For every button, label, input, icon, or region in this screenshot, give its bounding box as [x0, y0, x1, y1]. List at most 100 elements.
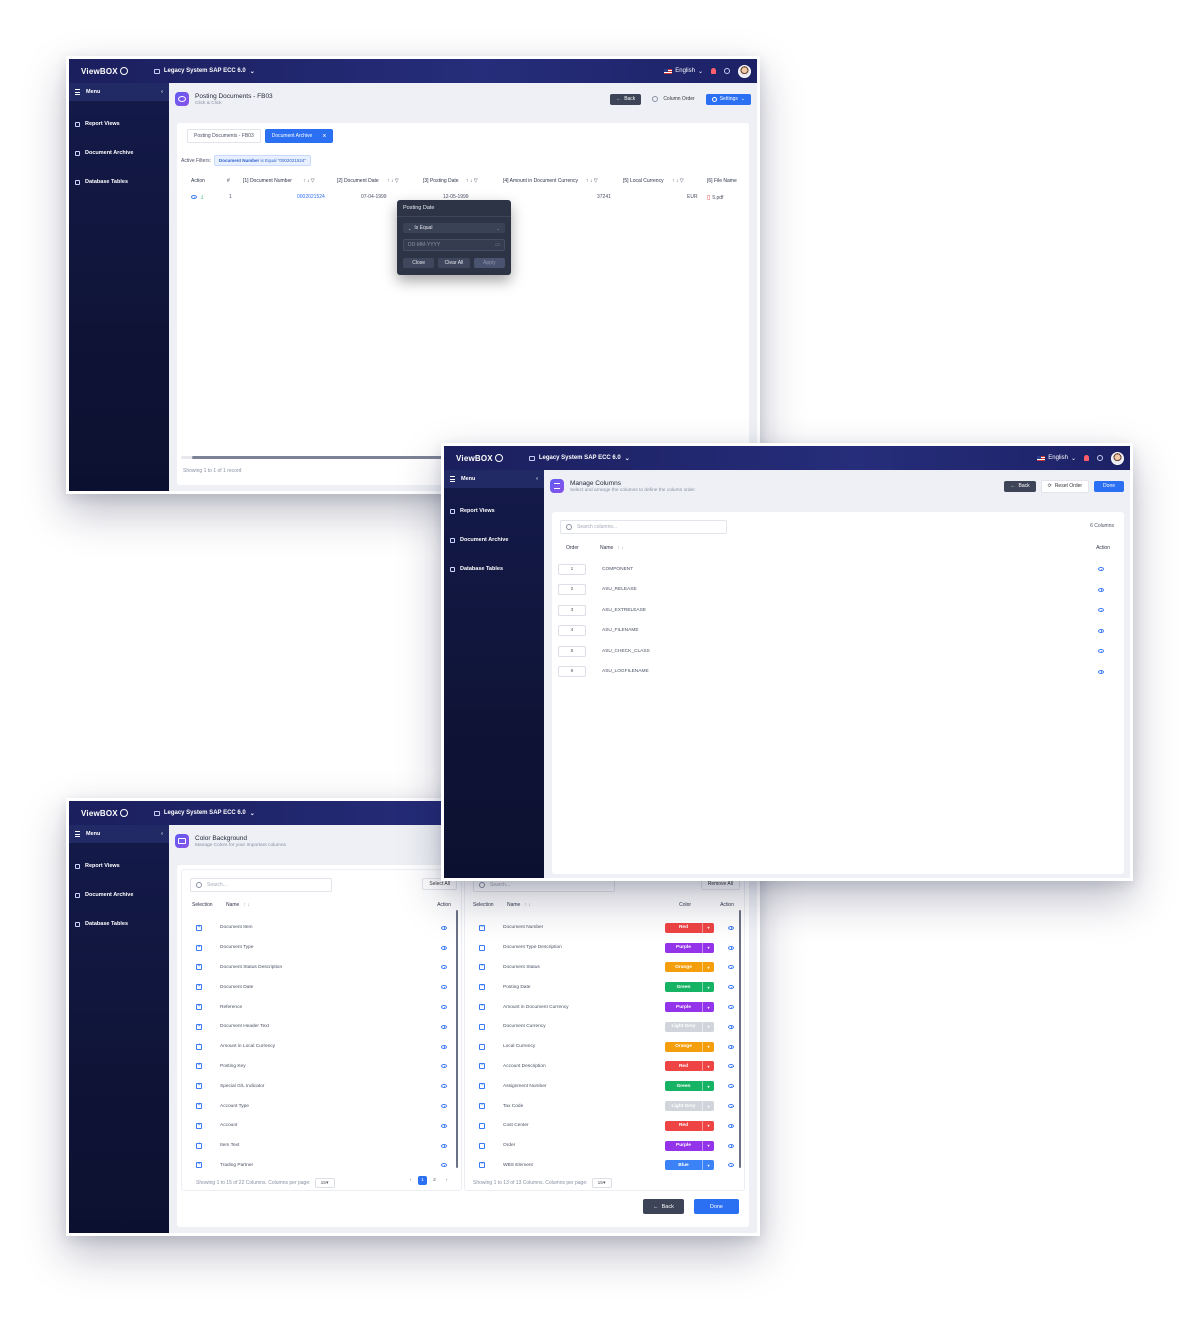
column-header-amount[interactable]: [4] Amount in Document Currency: [503, 178, 578, 184]
viewbox-logo[interactable]: ViewBOX: [81, 67, 128, 76]
avatar[interactable]: [1111, 451, 1124, 465]
list-item[interactable]: Cost Center Red ▾: [479, 1116, 734, 1136]
order-input[interactable]: 1: [558, 563, 586, 575]
table-row[interactable]: 4 ASU_FILENAME: [558, 621, 1104, 642]
table-row[interactable]: 2 ASU_RELEASE: [558, 580, 1104, 601]
add-checkbox[interactable]: [196, 1122, 202, 1129]
column-header-name[interactable]: Name: [226, 902, 239, 908]
color-dropdown[interactable]: Purple ▾: [665, 1002, 714, 1013]
clear-all-button[interactable]: Clear All: [438, 258, 470, 268]
visibility-eye-icon[interactable]: [1098, 649, 1104, 654]
search-input[interactable]: Search columns...: [560, 520, 727, 534]
list-item[interactable]: Document Type Description Purple ▾: [479, 938, 734, 958]
chevron-left-icon[interactable]: ‹: [536, 476, 538, 482]
list-item[interactable]: Document Date: [196, 977, 447, 997]
list-item[interactable]: Document Item: [196, 918, 447, 938]
page-2-button[interactable]: 2: [430, 1176, 439, 1185]
remove-checkbox[interactable]: [479, 1161, 485, 1169]
color-dropdown[interactable]: Green ▾: [665, 982, 714, 993]
visibility-eye-icon[interactable]: [728, 1104, 734, 1109]
list-item[interactable]: Account Type: [196, 1096, 447, 1116]
remove-checkbox[interactable]: [479, 1121, 485, 1129]
visibility-eye-icon[interactable]: [441, 1005, 447, 1010]
list-item[interactable]: Tax Code Light Grey ▾: [479, 1096, 734, 1116]
list-item[interactable]: WBS Element Blue ▾: [479, 1156, 734, 1176]
list-item[interactable]: Special G/L Indicator: [196, 1076, 447, 1096]
list-item[interactable]: Trading Partner: [196, 1156, 447, 1176]
sidebar-item-database-tables[interactable]: Database Tables: [69, 918, 169, 930]
visibility-eye-icon[interactable]: [728, 1005, 734, 1010]
remove-checkbox[interactable]: [479, 923, 485, 931]
sidebar-item-document-archive[interactable]: Document Archive: [69, 889, 169, 901]
gear-icon[interactable]: [724, 68, 730, 74]
sidebar-item-document-archive[interactable]: Document Archive: [444, 534, 544, 546]
list-item[interactable]: Posting Date Green ▾: [479, 977, 734, 997]
document-number-link[interactable]: 0002021524: [297, 194, 325, 200]
operator-select[interactable]: ⌄ Is Equal ⌄: [403, 223, 505, 233]
list-item[interactable]: Amount in Document Currency Purple ▾: [479, 997, 734, 1017]
color-dropdown[interactable]: Red ▾: [665, 922, 714, 933]
list-item[interactable]: Document Status Orange ▾: [479, 958, 734, 978]
sidebar-item-document-archive[interactable]: Document Archive: [69, 147, 169, 159]
color-dropdown[interactable]: Red ▾: [665, 1061, 714, 1072]
remove-checkbox[interactable]: [479, 1102, 485, 1110]
viewbox-logo[interactable]: ViewBOX: [456, 454, 503, 463]
list-item[interactable]: Local Currency Orange ▾: [479, 1037, 734, 1057]
remove-checkbox[interactable]: [479, 943, 485, 951]
list-item[interactable]: Account Description Red ▾: [479, 1057, 734, 1077]
sidebar-item-database-tables[interactable]: Database Tables: [69, 176, 169, 188]
table-row[interactable]: 1 COMPONENT: [558, 559, 1104, 580]
table-row[interactable]: 3 ASU_EXTRELEASE: [558, 600, 1104, 621]
column-header-file-name[interactable]: [6] File Name: [707, 178, 737, 184]
visibility-eye-icon[interactable]: [728, 1024, 734, 1029]
notification-bell-icon[interactable]: [1084, 455, 1089, 461]
order-input[interactable]: 3: [558, 604, 586, 616]
add-checkbox[interactable]: [196, 983, 202, 991]
visibility-eye-icon[interactable]: [728, 1044, 734, 1049]
settings-button[interactable]: Settings ⌄: [705, 93, 751, 105]
order-input[interactable]: 5: [558, 645, 586, 657]
add-checkbox[interactable]: [196, 943, 202, 951]
vertical-scrollbar[interactable]: [456, 910, 458, 1168]
prev-page-icon[interactable]: ‹: [406, 1176, 415, 1185]
visibility-eye-icon[interactable]: [441, 1044, 447, 1049]
visibility-eye-icon[interactable]: [1098, 608, 1104, 613]
avatar[interactable]: [738, 64, 751, 78]
sort-icon[interactable]: ↑ ↓: [243, 902, 249, 908]
color-dropdown[interactable]: Green ▾: [665, 1081, 714, 1092]
page-1-button[interactable]: 1: [418, 1176, 427, 1185]
next-page-icon[interactable]: ›: [442, 1176, 451, 1185]
list-item[interactable]: Account: [196, 1116, 447, 1136]
sidebar-item-report-views[interactable]: Report Views: [69, 118, 169, 130]
visibility-eye-icon[interactable]: [728, 925, 734, 930]
add-checkbox[interactable]: [196, 963, 202, 971]
color-dropdown[interactable]: Purple ▾: [665, 942, 714, 953]
remove-checkbox[interactable]: [479, 1022, 485, 1030]
column-header-name[interactable]: Name: [507, 902, 520, 908]
done-button[interactable]: Done: [693, 1199, 739, 1214]
sort-icon[interactable]: ↑ ↓ ▽: [387, 178, 399, 184]
visibility-eye-icon[interactable]: [441, 1143, 447, 1148]
order-input[interactable]: 2: [558, 584, 586, 596]
back-button[interactable]: ← Back: [643, 1199, 684, 1214]
remove-checkbox[interactable]: [479, 983, 485, 991]
system-selector[interactable]: Legacy System SAP ECC 6.0 ⌄: [528, 455, 630, 462]
add-checkbox[interactable]: [196, 924, 202, 931]
gear-icon[interactable]: [1097, 455, 1103, 461]
apply-button[interactable]: Apply: [473, 258, 505, 268]
filter-chip[interactable]: Document Number is Equal "0002021524": [214, 155, 312, 166]
add-checkbox[interactable]: [196, 1161, 202, 1169]
remove-checkbox[interactable]: [479, 963, 485, 971]
list-item[interactable]: Item Text: [196, 1136, 447, 1156]
table-row[interactable]: 5 ASU_CHECK_CLASS: [558, 641, 1104, 662]
visibility-eye-icon[interactable]: [728, 1084, 734, 1089]
sidebar-header[interactable]: Menu ‹: [444, 470, 544, 488]
visibility-eye-icon[interactable]: [728, 1163, 734, 1168]
visibility-eye-icon[interactable]: [1098, 669, 1104, 674]
visibility-eye-icon[interactable]: [441, 1104, 447, 1109]
list-item[interactable]: Amount in Local Currency: [196, 1037, 447, 1057]
tab-document-archive[interactable]: Document Archive ×: [264, 129, 334, 143]
visibility-eye-icon[interactable]: [441, 945, 447, 950]
date-input[interactable]: DD-MM-YYYY ▭: [403, 239, 505, 251]
vertical-scrollbar[interactable]: [739, 910, 741, 1168]
